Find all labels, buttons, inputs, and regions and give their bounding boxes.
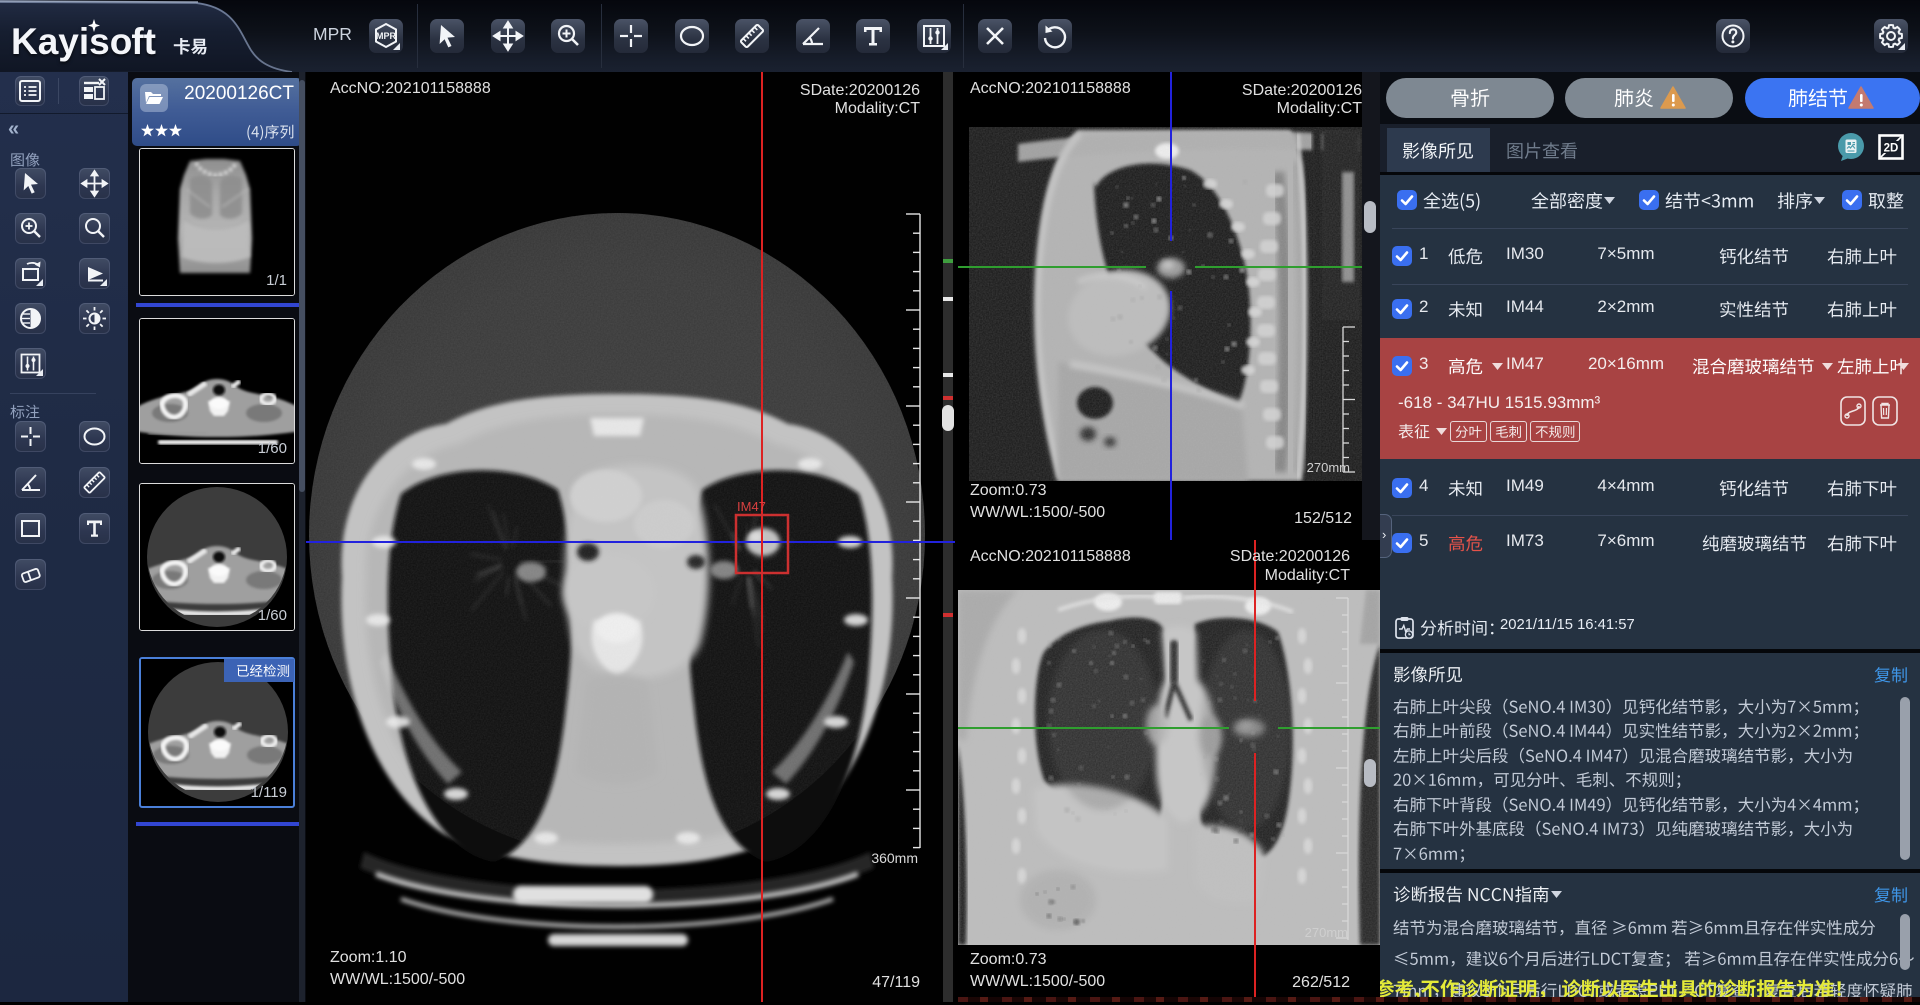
svg-text:2D: 2D [1884, 143, 1899, 155]
